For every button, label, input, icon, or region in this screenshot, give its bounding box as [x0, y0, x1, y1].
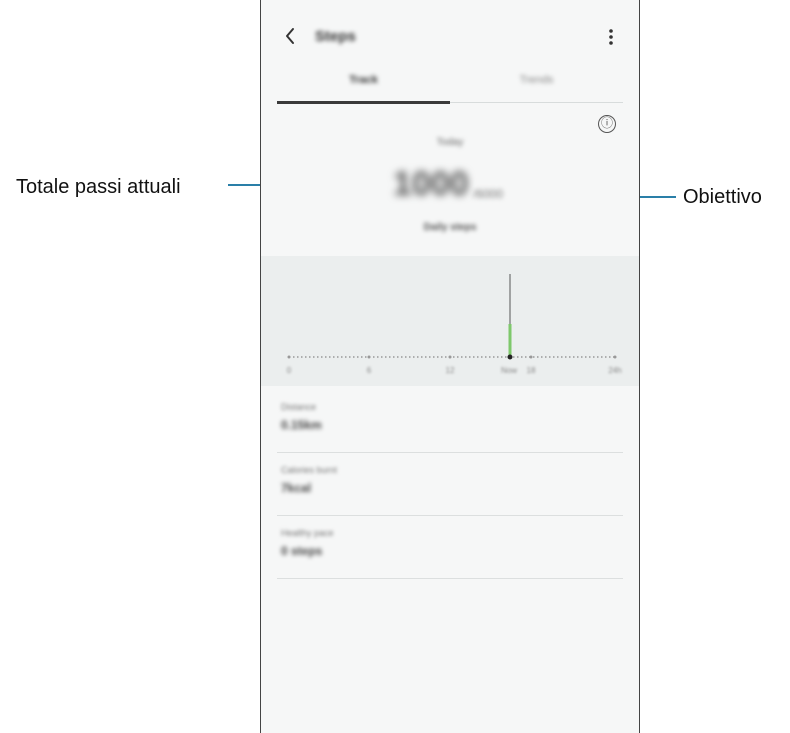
tab-bar: Track Trends	[277, 70, 623, 104]
chart-tick-dot	[448, 355, 452, 359]
chart-tick-dot	[529, 355, 533, 359]
app-bar: Steps	[261, 0, 639, 72]
chart-tick-dot	[287, 355, 291, 359]
chart-tick-label: 0	[287, 366, 292, 375]
chart-tick-label: Now	[501, 366, 517, 375]
date-label: Today	[436, 137, 464, 148]
daily-steps-label: Daily steps	[423, 222, 477, 233]
chart-tick-dot	[613, 355, 617, 359]
callout-current-steps: Totale passi attuali	[16, 176, 181, 198]
chart-tick-label: 12	[446, 366, 455, 375]
chart-now-dot	[507, 354, 513, 360]
stat-value: 0.15km	[281, 418, 322, 432]
more-options-icon[interactable]	[601, 26, 621, 48]
stat-label: Healthy pace	[281, 528, 334, 538]
steps-chart: 0 6 12 Now 18 24h	[261, 256, 639, 386]
stat-calories: Calories burnt 7kcal	[277, 453, 623, 516]
stat-label: Calories burnt	[281, 465, 338, 475]
stat-distance: Distance 0.15km	[277, 390, 623, 453]
back-arrow-icon[interactable]	[279, 24, 303, 48]
stats-list: Distance 0.15km Calories burnt 7kcal Hea…	[277, 390, 623, 579]
chart-tick-dot	[367, 355, 371, 359]
page-title: Steps	[315, 28, 356, 45]
stat-value: 7kcal	[281, 481, 312, 495]
chart-tick-label: 24h	[608, 366, 621, 375]
tab-trends[interactable]: Trends	[450, 74, 623, 86]
chart-tick-label: 18	[527, 366, 536, 375]
callout-goal: Obiettivo	[683, 186, 762, 208]
phone-screen: Steps Track Trends ⓘ Today 1000 /6000 Da…	[260, 0, 640, 733]
tab-active-indicator	[277, 101, 450, 104]
stat-healthy-pace: Healthy pace 0 steps	[277, 516, 623, 579]
chart-bar	[508, 324, 512, 357]
current-steps-value: 1000	[393, 165, 469, 203]
stat-label: Distance	[281, 402, 317, 412]
tab-track[interactable]: Track	[277, 74, 450, 86]
stat-value: 0 steps	[281, 544, 323, 558]
info-icon[interactable]: ⓘ	[598, 115, 616, 133]
steps-chart-svg: 0 6 12 Now 18 24h	[287, 274, 622, 375]
chart-tick-label: 6	[367, 366, 372, 375]
goal-value: /6000	[473, 187, 504, 201]
